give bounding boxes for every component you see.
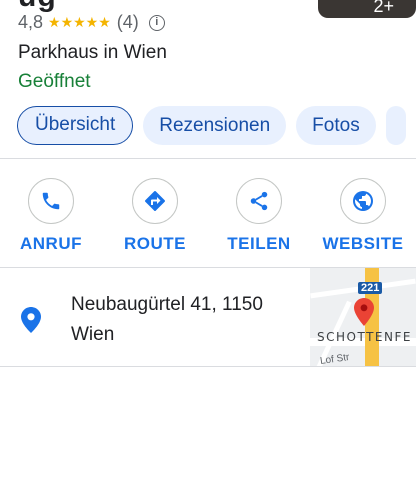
place-category: Parkhaus in Wien [18, 42, 167, 63]
address-line-1: Neubaugürtel 41, 1150 [71, 294, 263, 315]
call-label: ANRUF [20, 234, 82, 253]
photo-thumbnail[interactable] [318, 0, 416, 18]
star-rating-icon: ★★★★★ [48, 14, 111, 30]
info-icon[interactable]: i [148, 14, 165, 31]
photo-count: 2+ [373, 0, 394, 16]
address-row[interactable]: Neubaugürtel 41, 1150 Wien 221 SCHOTTENF… [0, 268, 416, 366]
rating-row: 4,8 ★★★★★ (4) i [18, 12, 165, 33]
share-button[interactable]: TEILEN [209, 178, 309, 254]
map-pin-icon [354, 298, 374, 331]
tab-photos[interactable]: Fotos [296, 106, 376, 145]
globe-icon [340, 178, 386, 224]
map-district-label: SCHOTTENFE [317, 330, 412, 344]
call-button[interactable]: ANRUF [1, 178, 101, 254]
route-shield: 221 [358, 282, 383, 294]
website-label: WEBSITE [322, 234, 404, 253]
review-count[interactable]: (4) [117, 12, 139, 33]
map-thumbnail[interactable]: 221 SCHOTTENFE Lof Str [310, 268, 416, 366]
phone-icon [28, 178, 74, 224]
directions-icon [132, 178, 178, 224]
location-pin-icon [21, 307, 41, 338]
divider [0, 158, 416, 159]
tab-more[interactable] [385, 106, 406, 145]
tab-bar: Übersicht Rezensionen Fotos [17, 106, 406, 145]
route-button[interactable]: ROUTE [105, 178, 205, 254]
route-label: ROUTE [124, 234, 186, 253]
share-icon [236, 178, 282, 224]
website-button[interactable]: WEBSITE [313, 178, 413, 254]
share-label: TEILEN [227, 234, 291, 253]
address-line-2: Wien [71, 324, 115, 345]
tab-reviews[interactable]: Rezensionen [143, 106, 287, 145]
rating-score: 4,8 [18, 12, 44, 32]
tab-overview[interactable]: Übersicht [17, 106, 134, 145]
address-text: Neubaugürtel 41, 1150 Wien [71, 290, 301, 350]
open-status: Geöffnet [18, 71, 91, 92]
divider [0, 366, 416, 367]
